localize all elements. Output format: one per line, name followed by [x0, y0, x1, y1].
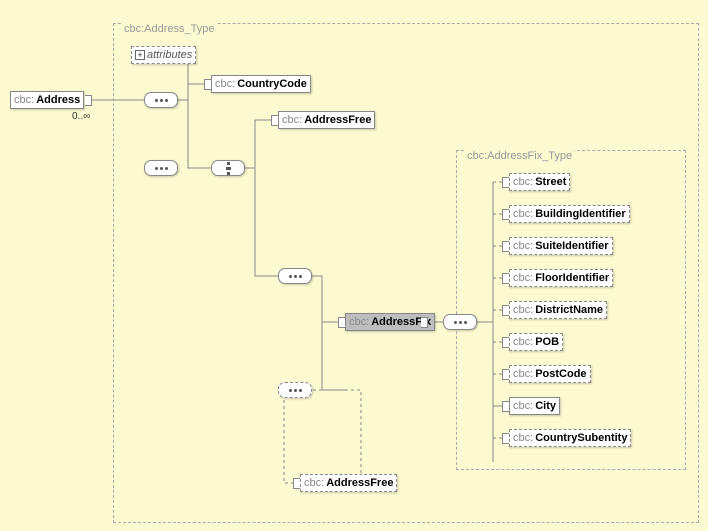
element-name: Address	[36, 94, 80, 106]
element-name: POB	[535, 336, 559, 348]
element-name: CountrySubentity	[535, 432, 627, 444]
element-name: City	[535, 400, 556, 412]
ns-label: cbc:	[14, 94, 34, 106]
node-tab	[502, 273, 509, 284]
node-tab	[502, 369, 509, 380]
ns-label: cbc:	[513, 272, 533, 284]
ns-label: cbc:	[513, 432, 533, 444]
element-flooridentifier[interactable]: cbc:FloorIdentifier	[509, 269, 613, 287]
choice-1[interactable]	[211, 160, 245, 176]
element-name: BuildingIdentifier	[535, 208, 625, 220]
element-districtname[interactable]: cbc:DistrictName	[509, 301, 607, 319]
attributes-box[interactable]: + attributes	[131, 46, 196, 64]
node-tab	[271, 115, 278, 126]
element-postcode[interactable]: cbc:PostCode	[509, 365, 591, 383]
element-addressfree-top[interactable]: cbc:AddressFree	[278, 111, 375, 129]
ns-label: cbc:	[513, 208, 533, 220]
element-name: DistrictName	[535, 304, 603, 316]
sequence-fix[interactable]	[443, 314, 477, 330]
sequence-1[interactable]	[144, 92, 178, 108]
element-name: FloorIdentifier	[535, 272, 609, 284]
ns-label: cbc:	[513, 176, 533, 188]
ns-label: cbc:	[513, 240, 533, 252]
element-street[interactable]: cbc:Street	[509, 173, 570, 191]
element-countrysubentity[interactable]: cbc:CountrySubentity	[509, 429, 631, 447]
sequence-optional[interactable]	[278, 382, 312, 398]
type-group-addressfix-label: cbc:AddressFix_Type	[465, 150, 574, 162]
element-countrycode[interactable]: cbc:CountryCode	[211, 75, 311, 93]
node-tab	[502, 177, 509, 188]
element-addressfree-bottom[interactable]: cbc:AddressFree	[300, 474, 397, 492]
sequence-3[interactable]	[278, 268, 312, 284]
node-tab	[502, 305, 509, 316]
ns-label: cbc:	[215, 78, 235, 90]
element-name: CountryCode	[237, 78, 307, 90]
element-name: PostCode	[535, 368, 586, 380]
element-name: SuiteIdentifier	[535, 240, 608, 252]
type-group-address-label: cbc:Address_Type	[122, 23, 217, 35]
node-tab	[502, 433, 509, 444]
element-suiteidentifier[interactable]: cbc:SuiteIdentifier	[509, 237, 613, 255]
expand-tab[interactable]	[421, 317, 428, 328]
ns-label: cbc:	[513, 336, 533, 348]
element-name: Street	[535, 176, 566, 188]
ns-label: cbc:	[349, 316, 369, 328]
ns-label: cbc:	[513, 368, 533, 380]
node-tab	[338, 317, 345, 328]
cardinality-label: 0..∞	[72, 111, 90, 122]
ns-label: cbc:	[282, 114, 302, 126]
element-buildingidentifier[interactable]: cbc:BuildingIdentifier	[509, 205, 630, 223]
element-city[interactable]: cbc:City	[509, 397, 560, 415]
node-tab	[502, 401, 509, 412]
element-pob[interactable]: cbc:POB	[509, 333, 563, 351]
node-tab	[502, 209, 509, 220]
element-name: AddressFree	[304, 114, 371, 126]
node-tab	[293, 478, 300, 489]
ns-label: cbc:	[513, 400, 533, 412]
element-address[interactable]: cbc:Address	[10, 91, 84, 109]
node-tab	[502, 337, 509, 348]
expand-icon[interactable]: +	[135, 50, 145, 60]
ns-label: cbc:	[513, 304, 533, 316]
sequence-2[interactable]	[144, 160, 178, 176]
node-tab	[204, 79, 211, 90]
node-tab	[502, 241, 509, 252]
element-name: AddressFree	[326, 477, 393, 489]
expand-tab[interactable]	[85, 95, 92, 106]
ns-label: cbc:	[304, 477, 324, 489]
attributes-label: attributes	[147, 49, 192, 61]
